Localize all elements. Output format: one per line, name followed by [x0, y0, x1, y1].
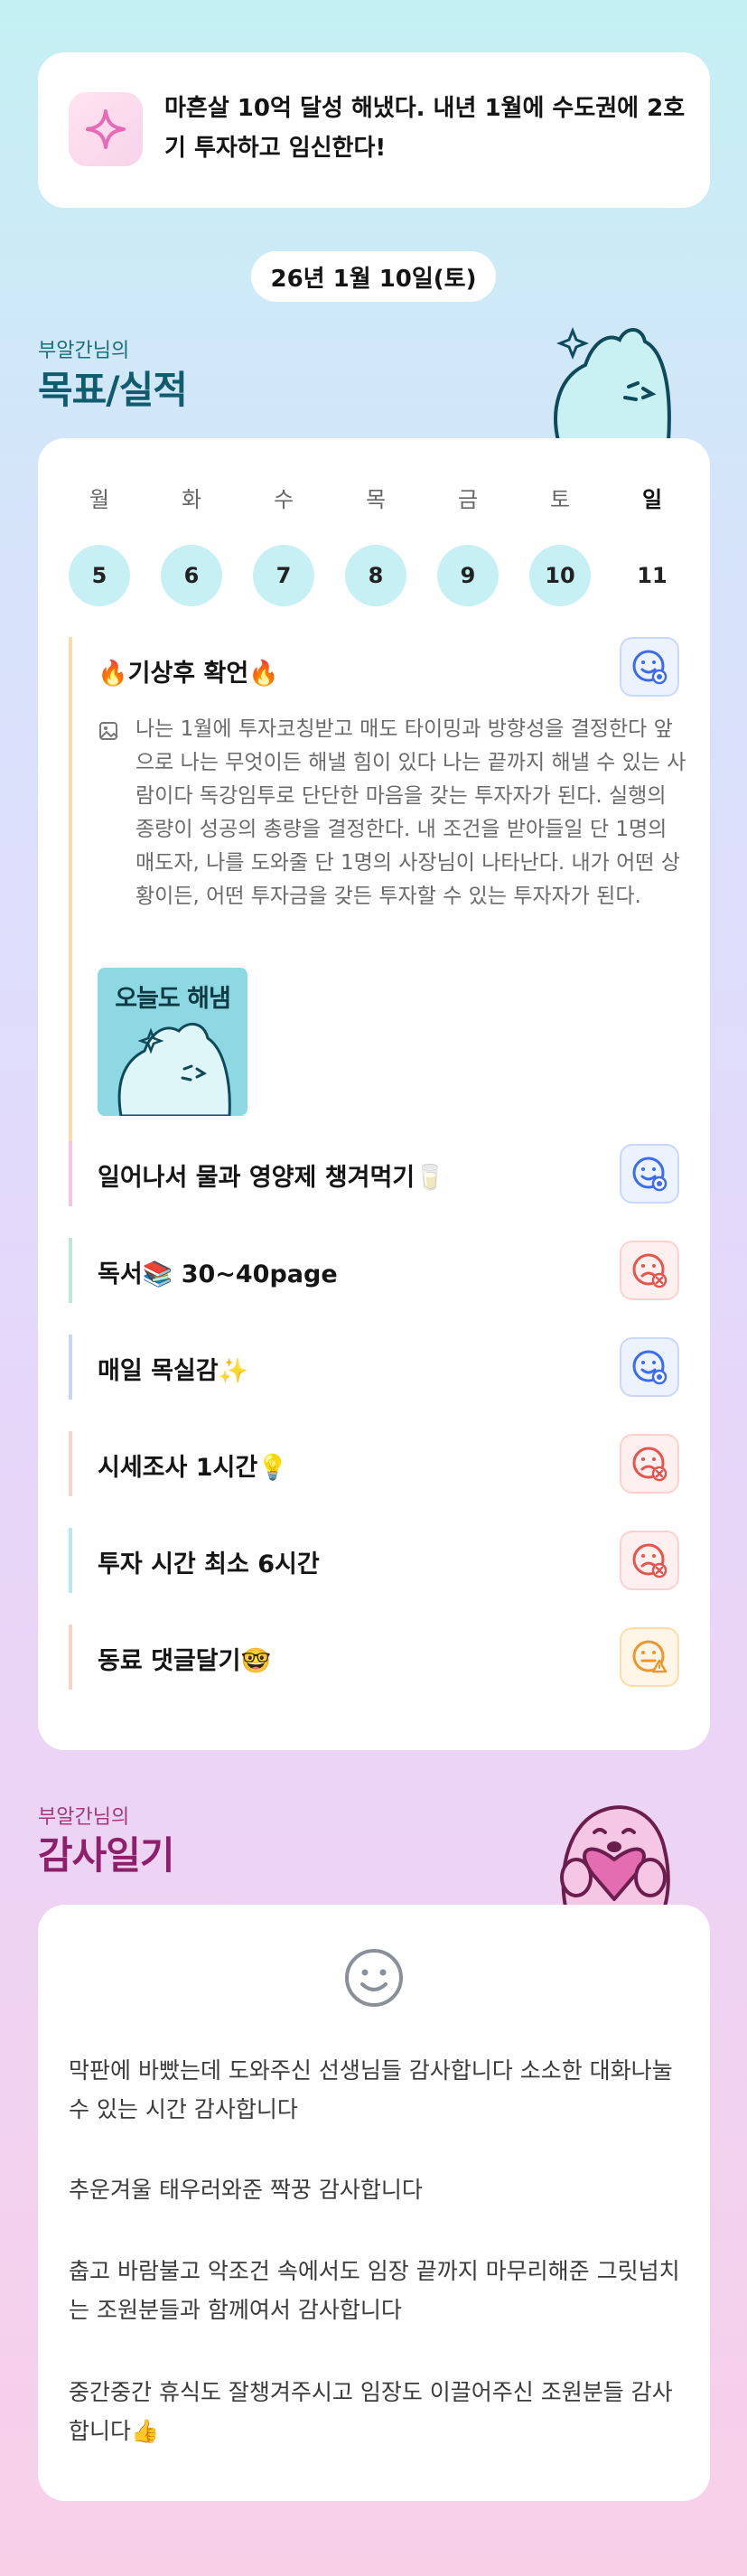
thanks-paragraph: 춥고 바람불고 악조건 속에서도 임장 끝까지 마무리해준 그릿넘치는 조원분들…	[69, 2258, 680, 2323]
day-label: 토	[549, 487, 571, 512]
thanks-card: 막판에 바빴는데 도와주신 선생님들 감사합니다 소소한 대화나눌수 있는 시간…	[38, 1905, 710, 2501]
day-sun[interactable]: 일 11	[621, 482, 683, 606]
status-warning-icon[interactable]	[620, 1627, 679, 1687]
task-colleague-comments[interactable]: 동료 댓글달기🤓	[69, 1625, 679, 1690]
thanks-title: 감사일기	[38, 1833, 175, 1878]
goal-text: 마흔살 10억 달성 해냈다. 내년 1월에 수도권에 2호기 투자하고 임신한…	[164, 95, 686, 162]
sticker-image: 오늘도 해냄	[98, 968, 247, 1116]
date-pill[interactable]: 26년 1월 10일(토)	[251, 251, 496, 302]
day-label: 금	[457, 487, 479, 512]
day-number: 7	[253, 545, 314, 606]
thanks-paragraph: 중간중간 휴식도 잘챙겨주시고 임장도 이끌어주신 조원분들 감사합니다👍	[69, 2379, 673, 2444]
mascot-illustration	[542, 323, 677, 443]
thanks-paragraph: 추운겨울 태우러와준 짝꿍 감사합니다	[69, 2177, 423, 2203]
day-number: 10	[529, 545, 591, 606]
status-bad-icon[interactable]	[620, 1241, 679, 1300]
task-title: 독서📚 30~40page	[98, 1260, 338, 1288]
goal-card: 마흔살 10억 달성 해냈다. 내년 1월에 수도권에 2호기 투자하고 임신한…	[38, 52, 710, 208]
pink-mascot-illustration	[538, 1787, 683, 1908]
day-label: 일	[641, 487, 663, 512]
day-number: 8	[345, 545, 406, 606]
day-number: 5	[69, 545, 130, 606]
day-wed[interactable]: 수 7	[253, 482, 314, 606]
goals-title: 목표/실적	[38, 368, 188, 412]
task-title: 투자 시간 최소 6시간	[98, 1550, 320, 1578]
task-title: 동료 댓글달기🤓	[98, 1647, 272, 1675]
status-good-icon[interactable]	[620, 1144, 679, 1204]
day-number: 11	[637, 563, 668, 588]
day-label: 화	[181, 487, 202, 512]
status-good-icon[interactable]	[620, 637, 679, 697]
day-sat[interactable]: 토 10	[529, 482, 591, 606]
task-investment-time[interactable]: 투자 시간 최소 6시간	[69, 1528, 679, 1593]
day-tue[interactable]: 화 6	[161, 482, 222, 606]
day-number: 9	[437, 545, 499, 606]
task-title: 매일 목실감✨	[98, 1357, 249, 1385]
task-title: 🔥기상후 확언🔥	[98, 660, 279, 688]
status-good-icon[interactable]	[620, 1337, 679, 1397]
smiley-icon	[342, 1946, 406, 2013]
note-image-icon	[98, 720, 121, 747]
task-water-supplements[interactable]: 일어나서 물과 영양제 챙겨먹기🥛	[69, 1141, 679, 1206]
task-title: 시세조사 1시간💡	[98, 1454, 288, 1482]
task-title: 일어나서 물과 영양제 챙겨먹기🥛	[98, 1164, 445, 1192]
task-reading[interactable]: 독서📚 30~40page	[69, 1238, 679, 1303]
day-fri[interactable]: 금 9	[437, 482, 499, 606]
day-number: 6	[161, 545, 222, 606]
day-thu[interactable]: 목 8	[345, 482, 406, 606]
thanks-paragraph: 막판에 바빴는데 도와주신 선생님들 감사합니다 소소한 대화나눌수 있는 시간…	[69, 2057, 673, 2122]
task-daily-gratitude[interactable]: 매일 목실감✨	[69, 1335, 679, 1400]
goals-card: 월 5 화 6 수 7 목 8 금 9 토 10 일 11 🔥기상후 확언🔥 나…	[38, 438, 710, 1750]
task-affirmation[interactable]: 🔥기상후 확언🔥 나는 1월에 투자코칭받고 매도 타이밍과 방향성을 결정한다…	[69, 637, 686, 1143]
day-label: 목	[365, 487, 387, 512]
day-mon[interactable]: 월 5	[69, 482, 130, 606]
day-label: 수	[273, 487, 294, 512]
status-bad-icon[interactable]	[620, 1434, 679, 1494]
sparkle-icon	[69, 92, 143, 166]
task-note: 나는 1월에 투자코칭받고 매도 타이밍과 방향성을 결정한다 앞으로 나는 무…	[135, 717, 686, 908]
task-price-research[interactable]: 시세조사 1시간💡	[69, 1431, 679, 1496]
day-label: 월	[89, 487, 110, 512]
status-bad-icon[interactable]	[620, 1531, 679, 1590]
